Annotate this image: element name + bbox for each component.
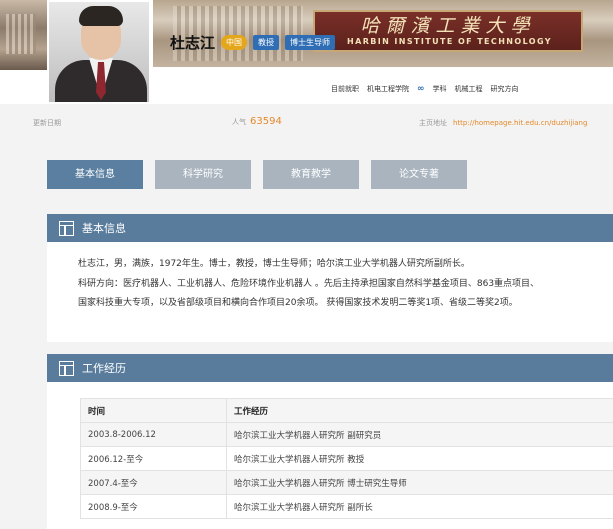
basic-info-title: 基本信息 xyxy=(82,222,126,235)
college-link[interactable]: 机电工程学院 xyxy=(367,84,409,94)
column-header-time: 时间 xyxy=(80,398,227,423)
subject-label: 学科 xyxy=(432,85,447,93)
link-icon[interactable]: ∞ xyxy=(417,84,425,94)
table-cell-experience: 哈尔滨工业大学机器人研究所 副研究员 xyxy=(226,422,613,447)
tab-basic-info[interactable]: 基本信息 xyxy=(47,160,143,189)
work-experience-table: 时间 工作经历 2003.8-2006.12 哈尔滨工业大学机器人研究所 副研究… xyxy=(80,398,613,519)
country-badge: 中国 xyxy=(221,35,248,50)
current-job-label: 目前就职 xyxy=(331,85,359,93)
tab-publications[interactable]: 论文专著 xyxy=(371,160,467,189)
university-name-cn: 哈爾濱工業大學 xyxy=(360,15,536,37)
popularity-count: 63594 xyxy=(250,116,282,127)
work-experience-title: 工作经历 xyxy=(82,362,126,375)
bio-line: 杜志江，男，满族，1972年生。博士，教授，博士生导师；哈尔滨工业大学机器人研究… xyxy=(78,259,470,269)
profile-tabs: 基本信息 科学研究 教育教学 论文专著 xyxy=(47,160,467,189)
banner-image-left xyxy=(0,0,47,70)
table-row: 2008.9-至今 哈尔滨工业大学机器人研究所 副所长 xyxy=(80,494,613,519)
work-experience-header: 工作经历 xyxy=(47,354,613,382)
table-cell-time: 2003.8-2006.12 xyxy=(80,422,227,447)
layout-icon xyxy=(59,360,74,376)
person-name: 杜志江 xyxy=(170,34,216,52)
table-row: 2003.8-2006.12 哈尔滨工业大学机器人研究所 副研究员 xyxy=(80,422,613,447)
popularity: 人气 63594 xyxy=(232,116,282,127)
layout-icon xyxy=(59,220,74,236)
name-block: 杜志江 中国 教授 博士生导师 xyxy=(170,32,336,53)
tab-teaching[interactable]: 教育教学 xyxy=(263,160,359,189)
homepage-label: 主页地址 xyxy=(419,119,447,127)
popularity-label: 人气 xyxy=(232,118,246,126)
university-name-en: HARBIN INSTITUTE OF TECHNOLOGY xyxy=(347,37,552,46)
profile-header: 哈爾濱工業大學 HARBIN INSTITUTE OF TECHNOLOGY 杜… xyxy=(0,0,613,104)
profile-tags: 目前就职 机电工程学院 ∞ 学科 机械工程 研究方向 xyxy=(331,84,519,94)
update-date-label: 更新日期 xyxy=(33,119,61,127)
table-cell-time: 2008.9-至今 xyxy=(80,494,227,519)
homepage-url-link[interactable]: http://homepage.hit.edu.cn/duzhijiang xyxy=(453,119,587,127)
table-header-row: 时间 工作经历 xyxy=(80,398,613,423)
tab-research[interactable]: 科学研究 xyxy=(155,160,251,189)
bio-line: 国家科技重大专项，以及省部级项目和横向合作项目20余项。 获得国家技术发明二等奖… xyxy=(78,298,518,308)
work-experience-section: 工作经历 时间 工作经历 2003.8-2006.12 哈尔滨工业大学机器人研究… xyxy=(47,354,613,529)
homepage: 主页地址 http://homepage.hit.edu.cn/duzhijian… xyxy=(419,118,587,128)
meta-bar: 更新日期 人气 63594 主页地址 http://homepage.hit.edu… xyxy=(0,116,613,130)
basic-info-header: 基本信息 xyxy=(47,214,613,242)
profile-photo xyxy=(47,0,151,104)
column-header-experience: 工作经历 xyxy=(226,398,613,423)
bio-text: 杜志江，男，满族，1972年生。博士，教授，博士生导师；哈尔滨工业大学机器人研究… xyxy=(47,242,613,314)
subject-value: 机械工程 xyxy=(454,85,483,93)
table-row: 2006.12-至今 哈尔滨工业大学机器人研究所 教授 xyxy=(80,446,613,471)
title-badge: 教授 xyxy=(253,35,280,50)
table-cell-time: 2006.12-至今 xyxy=(80,446,227,471)
table-cell-experience: 哈尔滨工业大学机器人研究所 博士研究生导师 xyxy=(226,470,613,495)
research-direction-label[interactable]: 研究方向 xyxy=(491,84,519,94)
table-row: 2007.4-至今 哈尔滨工业大学机器人研究所 博士研究生导师 xyxy=(80,470,613,495)
basic-info-section: 基本信息 杜志江，男，满族，1972年生。博士，教授，博士生导师；哈尔滨工业大学… xyxy=(47,214,613,342)
table-cell-time: 2007.4-至今 xyxy=(80,470,227,495)
table-cell-experience: 哈尔滨工业大学机器人研究所 教授 xyxy=(226,446,613,471)
table-cell-experience: 哈尔滨工业大学机器人研究所 副所长 xyxy=(226,494,613,519)
supervisor-badge: 博士生导师 xyxy=(285,35,336,50)
bio-line: 科研方向：医疗机器人、工业机器人、危险环境作业机器人 。先后主持承担国家自然科学… xyxy=(78,278,540,289)
